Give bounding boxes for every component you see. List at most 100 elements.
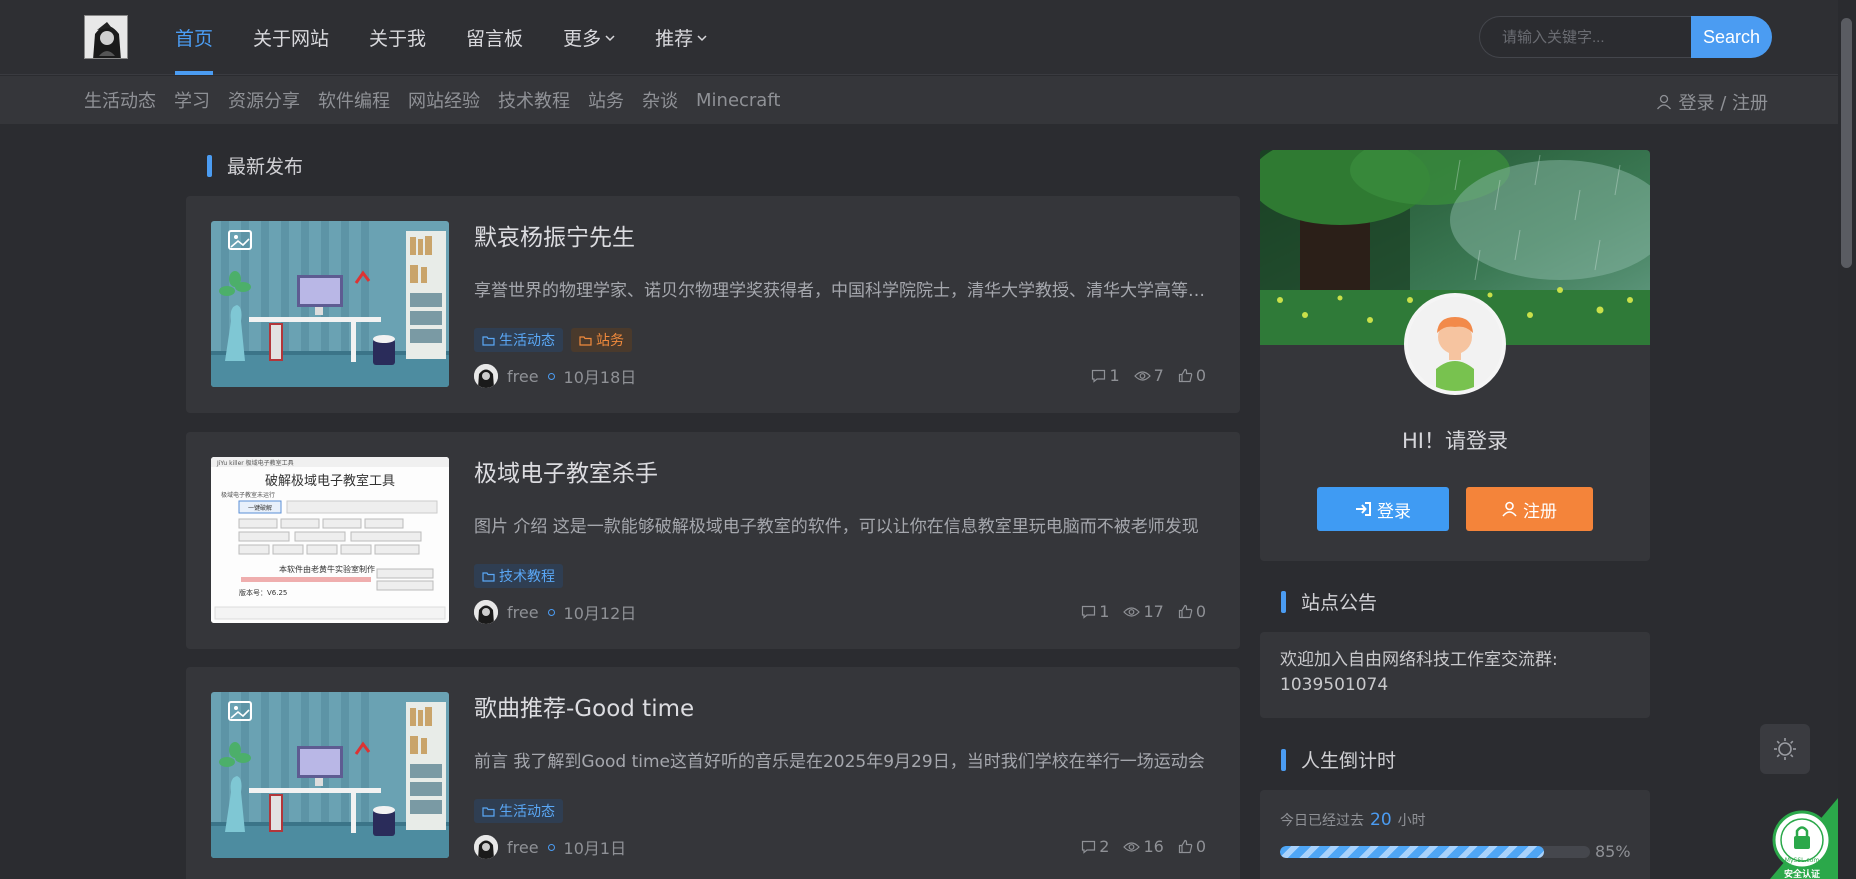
ssl-badge-label: 安全认证 — [1784, 868, 1820, 879]
category-web-experience[interactable]: 网站经验 — [408, 87, 480, 113]
profile-card: HI！请登录 登录 注册 — [1260, 150, 1650, 561]
category-programming[interactable]: 软件编程 — [318, 87, 390, 113]
eye-icon — [1123, 606, 1141, 617]
post-title[interactable]: 极域电子教室杀手 — [474, 454, 658, 488]
search-box: Search — [1479, 16, 1772, 58]
eye-icon — [1123, 841, 1141, 852]
post-stats: 1 17 0 — [1067, 602, 1206, 621]
like-count[interactable]: 0 — [1178, 366, 1206, 385]
post-thumbnail[interactable]: JiYu killer 极域电子教室工具 破解极域电子教室工具 极域电子教室未运… — [211, 457, 449, 623]
nav-guestbook[interactable]: 留言板 — [446, 0, 543, 75]
thumb-version: 版本号：V6.25 — [239, 588, 287, 597]
meta-dot — [547, 608, 555, 616]
tag-site-affairs[interactable]: 站务 — [571, 328, 632, 352]
like-count[interactable]: 0 — [1178, 602, 1206, 621]
nav-about-me-label: 关于我 — [369, 28, 427, 50]
ssl-badge-brand: MySSL.com — [1785, 857, 1820, 864]
post-thumbnail[interactable] — [211, 692, 449, 858]
post-excerpt: 享誉世界的物理学家、诺贝尔物理学奖获得者，中国科学院院士，清华大学教授、清华大学… — [474, 281, 1214, 301]
room-illustration — [211, 221, 449, 387]
thumb-status: 极域电子教室未运行 — [221, 491, 275, 499]
thumbs-up-icon — [1178, 604, 1193, 619]
tag-tutorials[interactable]: 技术教程 — [474, 564, 563, 588]
thumb-button-label: 一键破解 — [248, 504, 272, 512]
tag-label: 技术教程 — [499, 569, 555, 585]
notice-title: 站点公告 — [1301, 592, 1378, 614]
chevron-down-icon — [697, 34, 707, 41]
chevron-down-icon — [605, 34, 615, 41]
category-misc[interactable]: 杂谈 — [642, 87, 678, 113]
tag-life[interactable]: 生活动态 — [474, 328, 563, 352]
category-site-affairs[interactable]: 站务 — [588, 87, 624, 113]
thumb-heading: 破解极域电子教室工具 — [265, 473, 395, 489]
author-avatar[interactable] — [474, 364, 498, 388]
default-avatar — [1404, 293, 1506, 395]
theme-toggle-button[interactable] — [1760, 724, 1810, 774]
folder-icon — [482, 335, 495, 346]
like-count-value: 0 — [1195, 837, 1206, 856]
countdown-label-post: 小时 — [1397, 813, 1426, 829]
nav-about-me[interactable]: 关于我 — [349, 0, 446, 75]
post-excerpt: 图片 介绍 这是一款能够破解极域电子教室的软件，可以让你在信息教室里玩电脑而不被… — [474, 517, 1199, 537]
meta-dot — [547, 843, 555, 851]
post-title[interactable]: 默哀杨振宁先生 — [474, 218, 635, 252]
category-minecraft[interactable]: Minecraft — [696, 90, 780, 111]
author-name[interactable]: free — [507, 838, 539, 857]
category-study[interactable]: 学习 — [174, 87, 210, 113]
post-tags: 生活动态 — [474, 799, 571, 823]
eye-icon — [1133, 370, 1151, 381]
top-navbar: 首页 关于网站 关于我 留言板 更多 推荐 Search — [0, 0, 1838, 75]
view-count-value: 16 — [1143, 837, 1164, 856]
sign-in-icon — [1356, 502, 1371, 516]
comment-count: 2 — [1081, 837, 1109, 856]
post-stats: 1 7 0 — [1077, 366, 1206, 385]
view-count: 7 — [1133, 366, 1164, 385]
comment-count: 1 — [1081, 602, 1109, 621]
nav-about-site-label: 关于网站 — [253, 28, 330, 50]
like-count-value: 0 — [1195, 602, 1206, 621]
like-count[interactable]: 0 — [1178, 837, 1206, 856]
comment-icon — [1092, 369, 1106, 383]
post-thumbnail[interactable] — [211, 221, 449, 387]
scrollbar-thumb[interactable] — [1841, 18, 1852, 268]
login-button[interactable]: 登录 — [1317, 487, 1449, 531]
nav-more[interactable]: 更多 — [543, 0, 635, 75]
comment-count-value: 1 — [1099, 602, 1110, 621]
view-count-value: 7 — [1153, 366, 1164, 385]
main-nav: 首页 关于网站 关于我 留言板 更多 推荐 — [155, 0, 727, 75]
post-meta: free 10月12日 — [474, 600, 636, 624]
post-title[interactable]: 歌曲推荐-Good time — [474, 689, 694, 723]
countdown-label: 今日已经过去 20 小时 — [1280, 810, 1426, 830]
category-resources[interactable]: 资源分享 — [228, 87, 300, 113]
nav-home[interactable]: 首页 — [155, 0, 233, 75]
category-life[interactable]: 生活动态 — [84, 87, 156, 113]
comment-count-value: 1 — [1109, 366, 1120, 385]
view-count: 16 — [1123, 837, 1164, 856]
page-scrollbar[interactable] — [1838, 0, 1856, 879]
author-avatar[interactable] — [474, 835, 498, 859]
search-button[interactable]: Search — [1691, 16, 1772, 58]
comment-count-value: 2 — [1099, 837, 1110, 856]
author-avatar[interactable] — [474, 600, 498, 624]
register-button[interactable]: 注册 — [1466, 487, 1593, 531]
notice-box: 欢迎加入自由网络科技工作室交流群: 1039501074 — [1260, 632, 1650, 718]
nav-recommend[interactable]: 推荐 — [635, 0, 727, 75]
heading-accent-bar — [1281, 748, 1286, 771]
author-name[interactable]: free — [507, 367, 539, 386]
site-logo[interactable] — [84, 15, 128, 59]
search-input[interactable] — [1479, 16, 1691, 58]
category-tutorials[interactable]: 技术教程 — [498, 87, 570, 113]
thumbs-up-icon — [1178, 368, 1193, 383]
folder-icon — [579, 335, 592, 346]
ssl-security-badge[interactable]: MySSL.com 安全认证 — [1770, 798, 1838, 879]
countdown-percent: 85% — [1595, 842, 1631, 861]
nav-about-site[interactable]: 关于网站 — [233, 0, 349, 75]
tag-life[interactable]: 生活动态 — [474, 799, 563, 823]
heading-accent-bar — [207, 154, 212, 177]
login-register-link[interactable]: 登录 / 注册 — [1656, 89, 1768, 115]
nav-recommend-label: 推荐 — [655, 28, 694, 50]
countdown-title: 人生倒计时 — [1301, 750, 1397, 772]
nav-more-label: 更多 — [563, 28, 602, 50]
author-name[interactable]: free — [507, 603, 539, 622]
room-illustration — [211, 692, 449, 858]
